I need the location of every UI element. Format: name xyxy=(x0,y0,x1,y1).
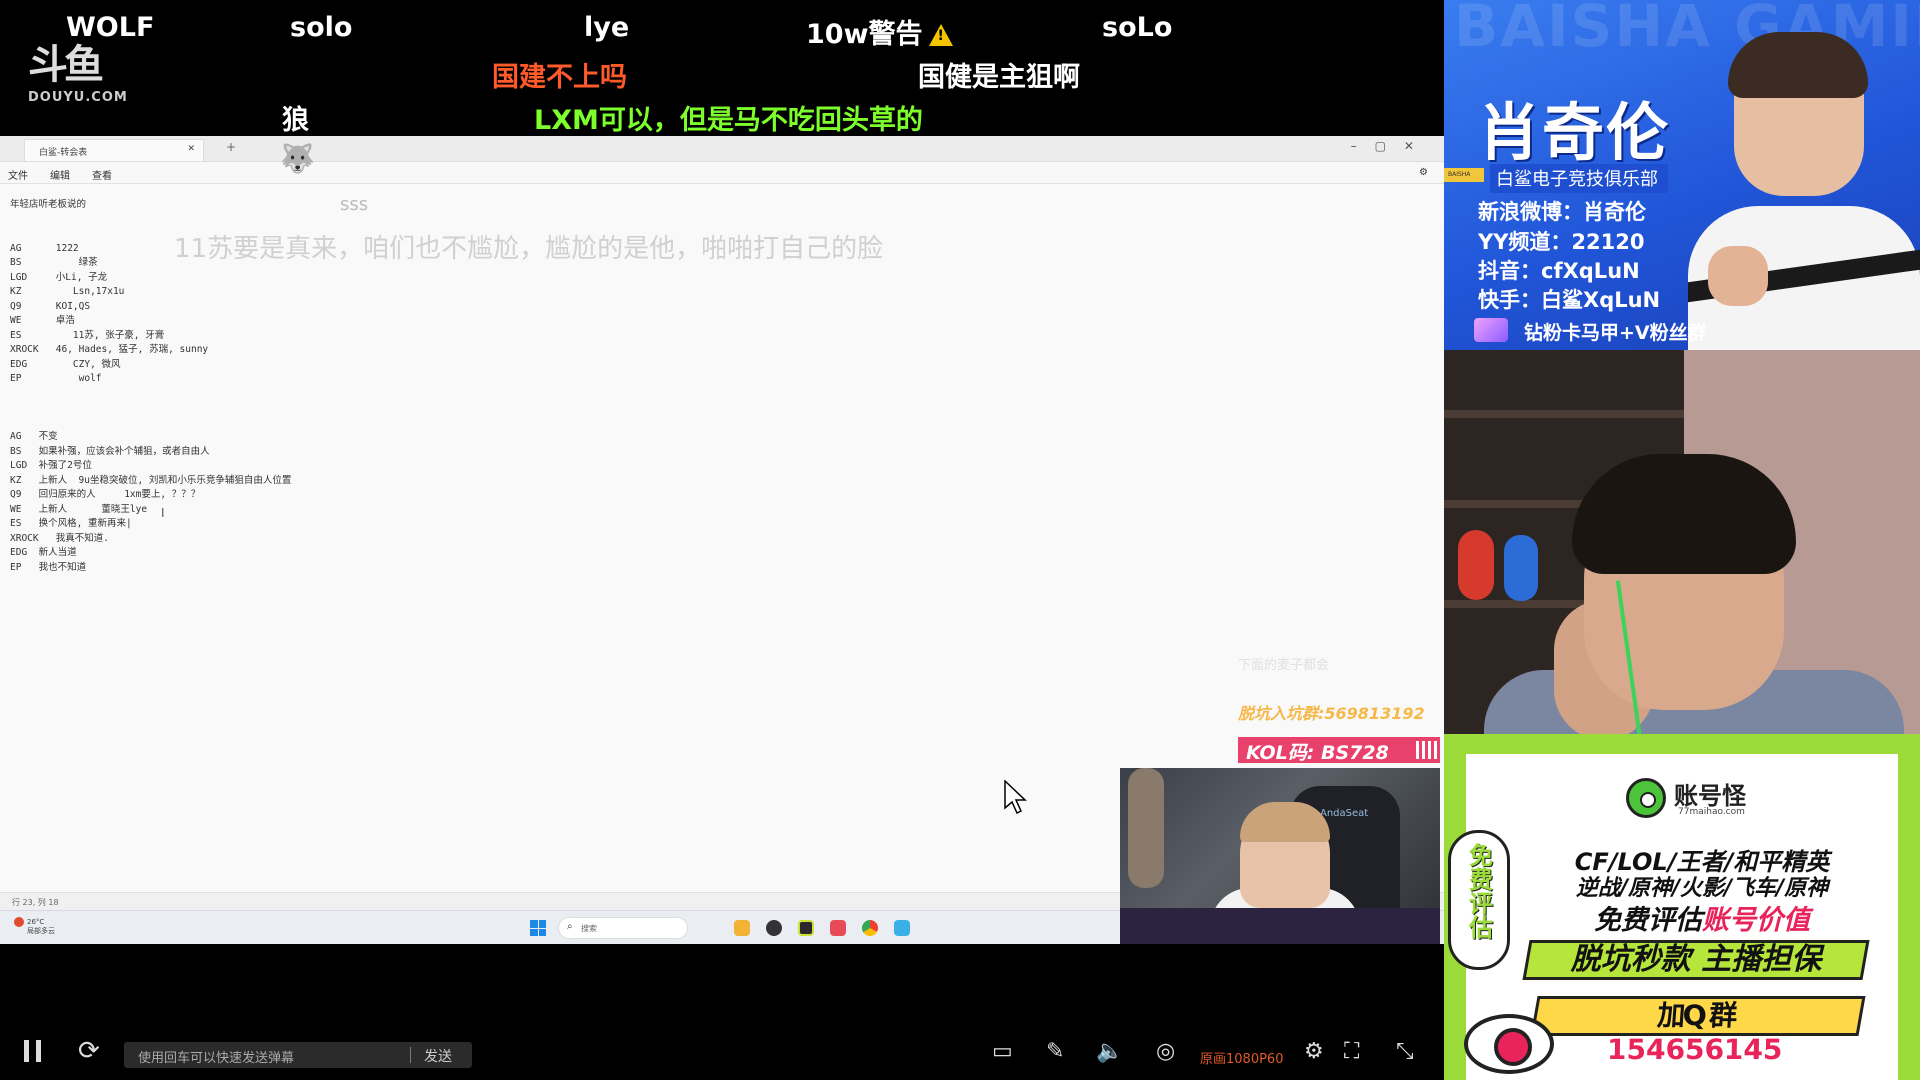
danmaku-layer: 斗鱼 DOUYU.COM WOLF solo lye 10w警告 soLo 国建… xyxy=(0,0,1444,136)
ad-brand: 账号怪 xyxy=(1674,782,1746,810)
webfullscreen-icon[interactable]: ⛶ xyxy=(1344,1039,1359,1064)
text-line: Q9 回归原来的人 1xm要上, ？？？ xyxy=(10,489,201,500)
danmaku-comment: solo xyxy=(290,12,353,43)
promo-qq-group: 脱坑入坑群:569813192 xyxy=(1238,704,1425,723)
app-icon xyxy=(766,920,782,936)
edit-icon[interactable]: ✎ xyxy=(1046,1039,1064,1064)
notepad-tabbar: 白鲨-转会表 ✕ + –▢✕ xyxy=(0,136,1444,162)
diamond-icon xyxy=(1474,318,1508,342)
send-button[interactable]: 发送 xyxy=(424,1046,452,1066)
windows-start-icon xyxy=(530,920,546,936)
player-name: 肖奇伦 xyxy=(1478,96,1671,169)
ad-eval-line: 免费评估账号价值 xyxy=(1594,905,1810,936)
kol-code-badge: KOL码: BS728 xyxy=(1238,737,1440,764)
club-tag: BAISHA xyxy=(1444,168,1484,182)
video-icon[interactable]: ▭ xyxy=(992,1039,1013,1064)
danmaku-comment: 狼 xyxy=(282,105,309,136)
text-line: KZ 上新人 9u坐稳突破位, 刘凯和小乐乐竞争辅狙自由人位置 xyxy=(10,474,292,486)
text-line: EDG 新人当道 xyxy=(10,547,77,558)
danmaku-comment: lye xyxy=(584,12,630,43)
ad-guarantee: 脱坑秒款 主播担保 xyxy=(1522,940,1870,980)
danmaku-input[interactable]: 使用回车可以快速发送弹幕 发送 xyxy=(124,1042,472,1068)
danmaku-comment: 国建不上吗 xyxy=(492,62,627,93)
text-line: WE 卓浩 xyxy=(10,315,75,326)
notepad-tab: 白鲨-转会表 ✕ xyxy=(24,139,204,161)
danmaku-comment: LXM可以，但是马不吃回头草的 xyxy=(534,105,923,136)
kuaishou-info: 快手：白鲨XqLuN xyxy=(1478,288,1661,312)
weather-icon xyxy=(14,917,24,927)
text-caret-icon: I xyxy=(161,506,165,520)
text-line: KZ Lsn,17x1u xyxy=(10,286,125,297)
text-line: BS 如果补强，应该会补个辅狙，或者自由人 xyxy=(10,445,210,457)
app-icon xyxy=(830,920,846,936)
player-info-card: BAISHA GAMING 肖奇伦 BAISHA 白鲨电子竞技俱乐部 新浪微博：… xyxy=(1444,0,1920,350)
danmaku-comment: 10w警告 xyxy=(806,12,953,51)
promo-faded-text: 下面的麦子都会 xyxy=(1238,658,1330,673)
chrome-icon xyxy=(862,920,878,936)
danmaku-comment: sss xyxy=(340,194,369,215)
player-control-bar: ⟳ 使用回车可以快速发送弹幕 发送 ▭ ✎ 🔈 ◎ 原画1080P60 ⚙ ⛶ … xyxy=(0,944,1444,1080)
text-line: LGD 补强了2号位 xyxy=(10,460,92,471)
streamer-webcam xyxy=(1444,350,1920,734)
fullscreen-icon[interactable]: ⤡ xyxy=(1396,1039,1414,1064)
menu-view: 查看 xyxy=(92,171,112,182)
danmaku-toggle-icon[interactable]: ◎ xyxy=(1156,1039,1175,1064)
text-line: LGD 小Li, 子龙 xyxy=(10,271,108,283)
ad-qq-group: 加Q群 154656145 xyxy=(1530,996,1866,1066)
close-icon: ✕ xyxy=(187,144,195,154)
text-line: EP 我也不知道 xyxy=(10,561,87,573)
ad-free-badge: 免费评估 xyxy=(1448,830,1510,970)
notepad-menubar: 文件 编辑 查看 ⚙ xyxy=(0,162,1444,184)
text-line: WE 上新人 董晓王lye xyxy=(10,503,148,515)
window-controls: –▢✕ xyxy=(1350,139,1432,153)
text-line: ES 换个风格, 重新再来| xyxy=(10,518,132,529)
refresh-icon[interactable]: ⟳ xyxy=(78,1036,100,1066)
text-line: 年轻店听老板说的 xyxy=(10,199,87,210)
danmaku-comment: soLo xyxy=(1102,12,1173,43)
webcam-inset: AndaSeat xyxy=(1120,768,1440,944)
text-line: XROCK 46, Hades, 猛子, 苏瑞, sunny xyxy=(10,344,209,355)
plus-icon: + xyxy=(226,140,237,154)
gear-icon: ⚙ xyxy=(1419,167,1428,178)
brand-logo-icon xyxy=(1626,778,1666,818)
ad-domain: 77maihao.com xyxy=(1678,807,1745,817)
right-panel: BAISHA GAMING 肖奇伦 BAISHA 白鲨电子竞技俱乐部 新浪微博：… xyxy=(1444,0,1920,1080)
club-name: 白鲨电子竞技俱乐部 xyxy=(1490,164,1668,193)
text-line: EP wolf xyxy=(10,373,102,384)
fans-info: 钻粉卡马甲+V粉丝群 xyxy=(1524,322,1707,344)
text-line: AG 不变 xyxy=(10,431,58,442)
mouse-cursor-icon xyxy=(1004,780,1027,815)
search-icon: ⌕ xyxy=(567,921,573,932)
menu-file: 文件 xyxy=(8,171,28,182)
danmaku-comment: 国健是主狙啊 xyxy=(918,62,1080,93)
weather-widget: 26°C 局部多云 xyxy=(14,917,55,936)
player-photo xyxy=(1688,32,1920,350)
pause-icon[interactable] xyxy=(24,1040,44,1062)
menu-edit: 编辑 xyxy=(50,171,70,182)
text-line: XROCK 我真不知道. xyxy=(10,532,109,544)
warning-icon xyxy=(928,24,953,46)
quality-selector[interactable]: 原画1080P60 xyxy=(1200,1048,1283,1067)
volume-icon[interactable]: 🔈 xyxy=(1096,1039,1123,1064)
eye-icon xyxy=(1464,1014,1554,1074)
danmaku-comment: WOLF xyxy=(66,12,155,43)
danmaku-comment: 11苏要是真来，咱们也不尴尬，尴尬的是他，啪啪打自己的脸 xyxy=(174,234,884,264)
settings-icon[interactable]: ⚙ xyxy=(1304,1039,1324,1064)
notepad-icon xyxy=(894,920,910,936)
app-icon xyxy=(798,920,814,936)
folder-icon xyxy=(734,920,750,936)
text-line: EDG CZY, 微风 xyxy=(10,358,121,370)
weibo-info: 新浪微博：肖奇伦 xyxy=(1478,200,1646,224)
yy-info: YY频道：22120 xyxy=(1478,230,1645,254)
text-line: ES 11苏, 张子豪, 牙膏 xyxy=(10,329,165,341)
advertisement-card: 账号怪 77maihao.com CF/LOL/王者/和平精英 逆战/原神/火影… xyxy=(1444,734,1920,1080)
taskbar-search: ⌕ 搜索 xyxy=(558,917,688,939)
wolf-icon: 🐺 xyxy=(280,142,315,175)
douyin-info: 抖音：cfXqLuN xyxy=(1478,259,1640,283)
text-line: Q9 KOI,QS xyxy=(10,300,91,312)
